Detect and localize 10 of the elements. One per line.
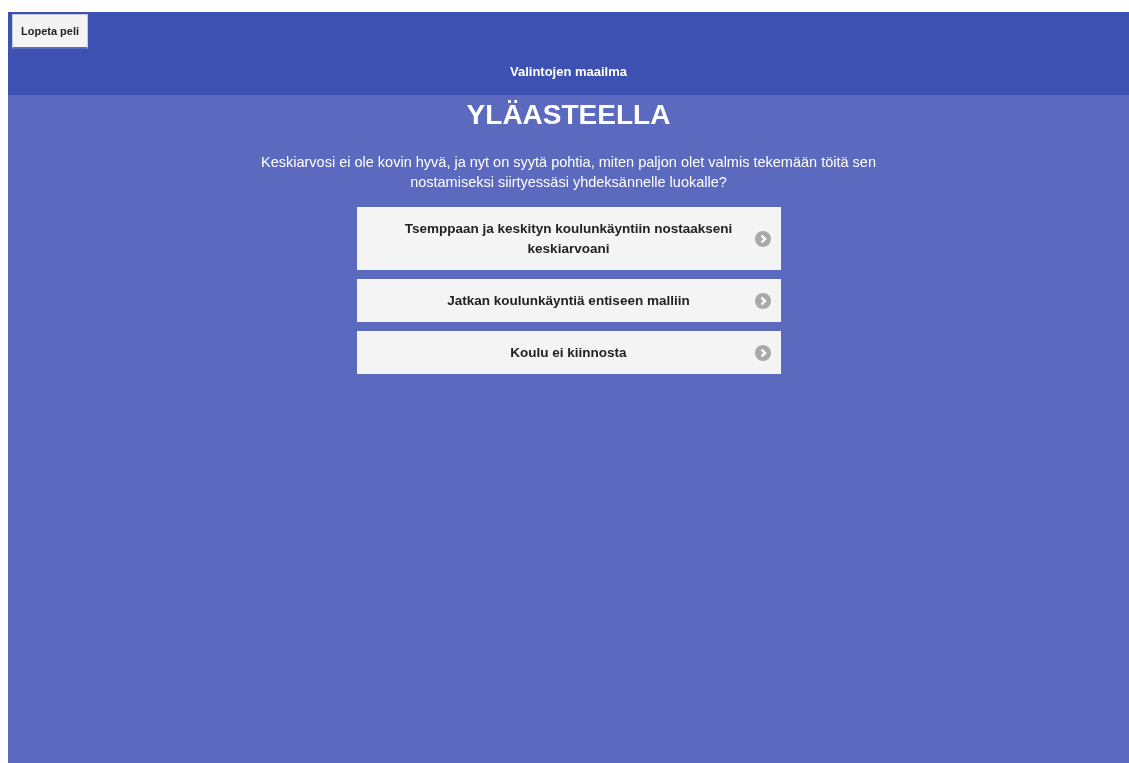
chevron-icon [754,344,771,361]
quit-button[interactable]: Lopeta peli [12,14,88,49]
question-text: Keskiarvosi ei ole kovin hyvä, ja nyt on syytä pohtia, miten paljon olet valmis tekemään töitä sen nostamiseksi siirtyessäsi yhdeksännelle luokalle? [260,153,877,192]
chevron-icon [754,230,771,247]
answer-option[interactable]: Jatkan koulunkäyntiä entiseen malliin [356,279,781,322]
page-heading: YLÄASTEELLA [466,99,671,131]
answer-option[interactable]: Koulu ei kiinnosta [356,331,781,374]
answer-option[interactable]: Tsemppaan ja keskityn koulunkäyntiin nostaakseni keskiarvoani [356,207,781,270]
chevron-icon [754,292,771,309]
game-title: Valintojen maailma [509,64,627,79]
